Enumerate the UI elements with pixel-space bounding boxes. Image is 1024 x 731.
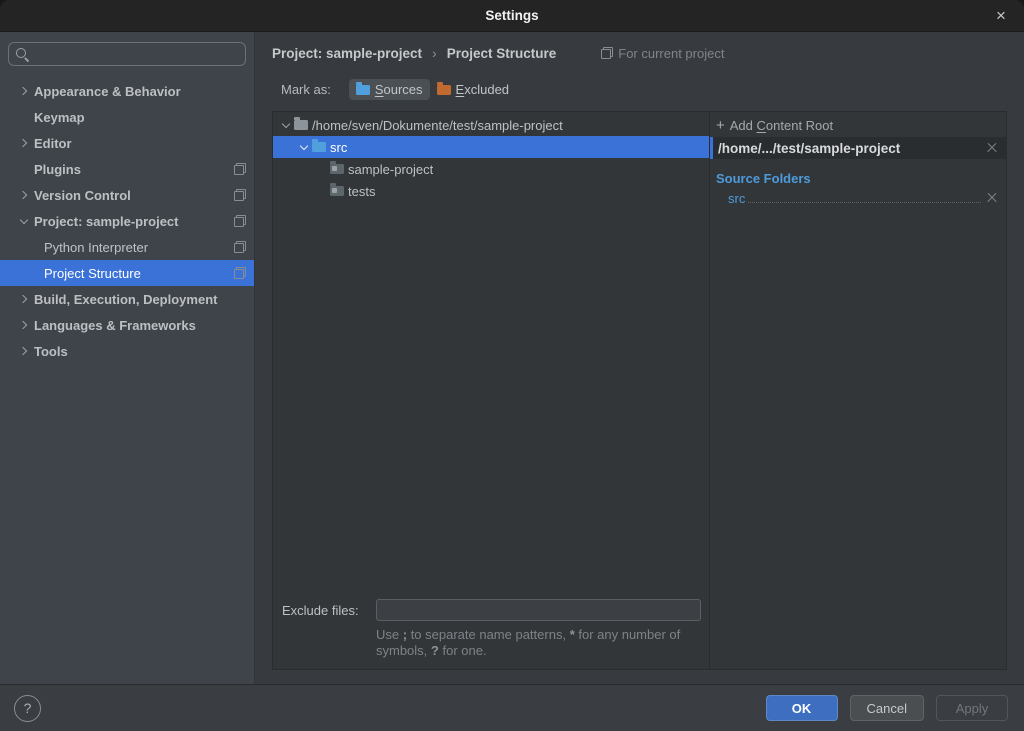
mark-sources-button[interactable]: Sources: [349, 79, 430, 100]
chevron-right-icon[interactable]: [16, 83, 32, 99]
folder-icon: [294, 120, 308, 130]
search-icon: [15, 47, 30, 62]
sidebar-item-python-interpreter[interactable]: Python Interpreter: [0, 234, 254, 260]
chevron-placeholder: [314, 183, 330, 199]
settings-tree: Appearance & Behavior Keymap Editor Plug…: [0, 78, 254, 364]
sidebar-item-keymap[interactable]: Keymap: [0, 104, 254, 130]
chevron-right-icon[interactable]: [16, 343, 32, 359]
content-root-item[interactable]: /home/.../test/sample-project: [710, 137, 1006, 159]
chevron-placeholder: [26, 239, 42, 255]
source-folder-icon: [312, 142, 326, 152]
ok-button[interactable]: OK: [766, 695, 838, 721]
help-button[interactable]: ?: [14, 695, 41, 722]
scope-note: For current project: [596, 46, 724, 61]
settings-sidebar: Appearance & Behavior Keymap Editor Plug…: [0, 32, 255, 684]
sidebar-item-project-sample-project[interactable]: Project: sample-project: [0, 208, 254, 234]
mark-as-label: Mark as:: [281, 82, 331, 97]
cancel-button[interactable]: Cancel: [850, 695, 924, 721]
folder-icon: [330, 186, 344, 196]
chevron-placeholder: [16, 109, 32, 125]
chevron-right-icon[interactable]: [16, 135, 32, 151]
sidebar-item-languages-frameworks[interactable]: Languages & Frameworks: [0, 312, 254, 338]
excluded-folder-icon: [437, 85, 451, 95]
exclude-files-hint: Use ; to separate name patterns, * for a…: [376, 627, 718, 659]
tree-row-root[interactable]: /home/sven/Dokumente/test/sample-project: [273, 114, 709, 136]
remove-source-folder-icon[interactable]: [986, 192, 998, 204]
breadcrumb: Project: sample-project › Project Struct…: [272, 42, 1007, 64]
exclude-files-input[interactable]: [376, 599, 701, 621]
title-bar: Settings ×: [0, 0, 1024, 32]
apply-button: Apply: [936, 695, 1008, 721]
content-root-path: /home/.../test/sample-project: [718, 141, 986, 156]
chevron-down-icon[interactable]: [296, 139, 312, 155]
exclude-files-label: Exclude files:: [282, 603, 376, 618]
remove-content-root-icon[interactable]: [986, 142, 998, 154]
chevron-down-icon[interactable]: [16, 213, 32, 229]
dialog-body: Appearance & Behavior Keymap Editor Plug…: [0, 32, 1024, 684]
chevron-right-icon[interactable]: [16, 291, 32, 307]
chevron-placeholder: [26, 265, 42, 281]
window-title: Settings: [485, 8, 538, 23]
chevron-right-icon[interactable]: [16, 187, 32, 203]
chevron-placeholder: [314, 161, 330, 177]
mark-excluded-button[interactable]: Excluded: [430, 79, 516, 100]
close-icon[interactable]: ×: [988, 0, 1014, 32]
chevron-right-icon[interactable]: [16, 317, 32, 333]
sidebar-item-editor[interactable]: Editor: [0, 130, 254, 156]
chevron-placeholder: [16, 161, 32, 177]
per-project-settings-icon: [234, 189, 246, 201]
exclude-files-section: Exclude files: Use ; to separate name pa…: [273, 595, 709, 669]
per-project-settings-icon: [601, 47, 613, 59]
tree-row-sample-project[interactable]: sample-project: [273, 158, 709, 180]
page-title: Project Structure: [447, 46, 557, 61]
dialog-footer: ? OK Cancel Apply: [0, 684, 1024, 731]
sidebar-item-version-control[interactable]: Version Control: [0, 182, 254, 208]
sidebar-item-build-execution-deployment[interactable]: Build, Execution, Deployment: [0, 286, 254, 312]
search-box[interactable]: [8, 42, 246, 66]
content-roots-pane: + Add Content Root /home/.../test/sample…: [710, 112, 1006, 669]
sidebar-item-plugins[interactable]: Plugins: [0, 156, 254, 182]
plus-icon: +: [716, 117, 725, 134]
dotted-leader: [748, 202, 981, 203]
per-project-settings-icon: [234, 267, 246, 279]
per-project-settings-icon: [234, 163, 246, 175]
sidebar-item-project-structure[interactable]: Project Structure: [0, 260, 254, 286]
chevron-down-icon[interactable]: [278, 117, 294, 133]
sidebar-item-tools[interactable]: Tools: [0, 338, 254, 364]
file-tree: /home/sven/Dokumente/test/sample-project…: [273, 112, 709, 595]
breadcrumb-project[interactable]: Project: sample-project: [272, 46, 422, 61]
breadcrumb-separator: ›: [432, 45, 437, 61]
add-content-root-button[interactable]: + Add Content Root: [710, 114, 1006, 137]
structure-panel: /home/sven/Dokumente/test/sample-project…: [272, 111, 1007, 670]
settings-dialog: Settings × Appearance & Behavior Keymap: [0, 0, 1024, 731]
source-folder-name: src: [728, 191, 745, 206]
source-folders-header: Source Folders: [710, 168, 1006, 188]
per-project-settings-icon: [234, 241, 246, 253]
content-tree-pane: /home/sven/Dokumente/test/sample-project…: [273, 112, 710, 669]
source-folder-item[interactable]: src: [710, 188, 1006, 208]
folder-icon: [330, 164, 344, 174]
mark-as-toolbar: Mark as: Sources Excluded: [272, 77, 1007, 102]
sidebar-item-appearance-behavior[interactable]: Appearance & Behavior: [0, 78, 254, 104]
project-structure-page: Project: sample-project › Project Struct…: [255, 32, 1024, 684]
tree-row-tests[interactable]: tests: [273, 180, 709, 202]
search-input[interactable]: [35, 47, 239, 62]
per-project-settings-icon: [234, 215, 246, 227]
sources-folder-icon: [356, 85, 370, 95]
tree-row-src[interactable]: src: [273, 136, 709, 158]
